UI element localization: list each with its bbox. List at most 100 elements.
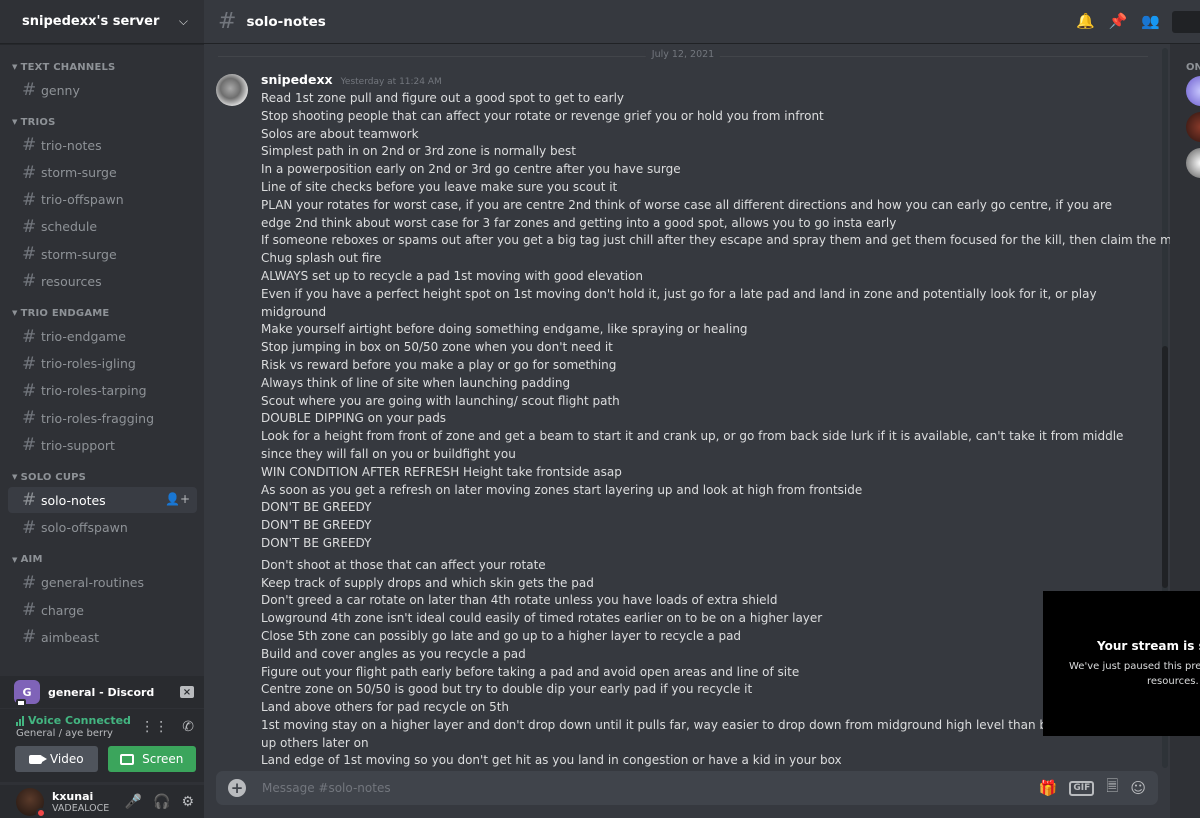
overlay-body: resources. [1147, 676, 1199, 687]
channel-trio-roles-igling[interactable]: # trio-roles-igling [8, 351, 197, 377]
add-member-icon[interactable]: 👤+ [165, 492, 190, 506]
channel-trio-offspawn[interactable]: # trio-offspawn [8, 187, 197, 213]
user-tag: VADEALOCE [52, 802, 110, 814]
channel-general-routines[interactable]: # general-routines [8, 570, 197, 596]
message-line: ALWAYS set up to recycle a pad 1st movin… [261, 268, 644, 283]
message-input[interactable] [262, 781, 1039, 795]
hash-icon: # [22, 271, 37, 292]
hash-icon: # [22, 435, 37, 456]
avatar[interactable] [16, 787, 46, 818]
disconnect-icon[interactable]: ✆ [182, 719, 194, 735]
hash-icon: # [22, 380, 37, 401]
message-line: Risk vs reward before you make a play or… [261, 357, 617, 372]
voice-location[interactable]: General / aye berry [16, 728, 140, 739]
message-line: Close 5th zone can possibly go late and … [261, 628, 742, 643]
message-line: Always think of line of site when launch… [261, 375, 571, 390]
sticker-icon[interactable]: 🗏 [1106, 776, 1118, 801]
category-trio-endgame[interactable]: ▼ TRIO ENDGAME [0, 304, 204, 322]
channel-trio-notes[interactable]: # trio-notes [8, 132, 197, 158]
gif-button[interactable]: GIF [1069, 780, 1095, 796]
channel-solo-notes[interactable]: # solo-notes 👤+ [8, 487, 197, 514]
channel-label: trio-notes [41, 137, 102, 153]
category-aim[interactable]: ▼ AIM [0, 551, 204, 569]
date-divider-label: July 12, 2021 [645, 49, 721, 60]
message-line: DON'T BE GREEDY [261, 518, 372, 533]
message-line: DON'T BE GREEDY [261, 535, 372, 550]
bell-icon[interactable]: 🔔 [1076, 12, 1095, 30]
member-avatar[interactable] [1186, 112, 1200, 142]
hash-icon: # [22, 517, 37, 538]
avatar[interactable] [216, 74, 248, 106]
channel-trio-endgame[interactable]: # trio-endgame [8, 324, 197, 350]
channel-trio-support[interactable]: # trio-support [8, 432, 197, 458]
category-solo-cups[interactable]: ▼ SOLO CUPS [0, 468, 204, 486]
members-online-label: ON [1186, 62, 1200, 73]
message-line: PLAN your rotates for worst case, if you… [261, 197, 1113, 230]
channel-label: storm-surge [41, 246, 117, 262]
channel-label: solo-notes [41, 492, 106, 508]
caret-down-icon: ▼ [12, 309, 18, 318]
channel-schedule[interactable]: # schedule [8, 214, 197, 240]
headphones-icon[interactable]: 🎧 [153, 794, 170, 810]
overlay-title: Your stream is still [1097, 639, 1200, 653]
hash-icon: # [22, 353, 37, 374]
message-author[interactable]: snipedexx [261, 72, 333, 87]
message-line: Don't greed a car rotate on later than 4… [261, 593, 778, 608]
message-line: Scout where you are going with launching… [261, 393, 620, 408]
screen-share-button[interactable]: Screen [107, 746, 196, 772]
gift-icon[interactable]: 🎁 [1039, 779, 1058, 797]
microphone-icon[interactable]: 🎤 [125, 794, 142, 810]
channel-solo-offspawn[interactable]: # solo-offspawn [8, 515, 197, 541]
channel-label: trio-roles-fragging [41, 410, 155, 426]
monitor-icon [16, 699, 26, 707]
caret-down-icon: ▼ [12, 473, 18, 482]
channel-label: schedule [41, 219, 98, 235]
hash-icon: # [22, 408, 37, 429]
channel-storm-surge[interactable]: # storm-surge [8, 160, 197, 186]
pin-icon[interactable]: 📌 [1109, 12, 1128, 30]
upload-plus-icon[interactable]: + [228, 779, 246, 797]
channel-charge[interactable]: # charge [8, 597, 197, 623]
camera-icon [28, 754, 47, 764]
channel-sidebar: snipedexx's server ⌵ ▼ TEXT CHANNELS # gen… [0, 0, 204, 818]
member-avatar[interactable] [1186, 76, 1200, 106]
message-line: Simplest path in on 2nd or 3rd zone is n… [261, 144, 577, 159]
channel-genny[interactable]: # genny [8, 77, 197, 103]
channel-label: trio-endgame [41, 329, 126, 344]
search-input[interactable] [1172, 11, 1200, 33]
chevron-down-icon[interactable]: ⌵ [179, 14, 188, 29]
channel-aimbeast[interactable]: # aimbeast [8, 624, 197, 650]
channel-label: trio-offspawn [41, 192, 124, 208]
message-line: Read 1st zone pull and figure out a good… [261, 91, 625, 105]
scrollbar-thumb[interactable] [1162, 346, 1168, 588]
channel-list: ▼ TEXT CHANNELS # genny ▼ TRIOS # trio-notes… [0, 48, 204, 668]
member-avatar[interactable] [1186, 148, 1200, 178]
message-line: WIN CONDITION AFTER REFRESH Height take … [261, 464, 622, 479]
server-header[interactable]: snipedexx's server ⌵ [0, 0, 204, 44]
signal-icon [16, 715, 24, 726]
channel-trio-roles-fragging[interactable]: # trio-roles-fragging [8, 405, 197, 431]
chat-area: # solo-notes 🔔 📌 👥 July 12, 2021 snipede… [204, 0, 1200, 818]
channel-trio-roles-tarping[interactable]: # trio-roles-tarping [8, 378, 197, 404]
category-trios[interactable]: ▼ TRIOS [0, 113, 204, 131]
channel-label: general-routines [41, 575, 144, 591]
close-stream-icon[interactable]: × [180, 686, 194, 698]
emoji-icon[interactable]: ☺ [1130, 779, 1146, 797]
members-icon[interactable]: 👥 [1141, 12, 1160, 30]
category-label: AIM [20, 554, 43, 566]
message-content: Read 1st zone pull and figure out a good… [261, 90, 1190, 788]
video-button[interactable]: Video [15, 746, 98, 772]
stream-paused-overlay[interactable]: Your stream is still We've just paused t… [1043, 591, 1200, 736]
channel-label: charge [41, 602, 84, 618]
channel-storm-surge-2[interactable]: # storm-surge [8, 241, 197, 267]
noise-suppression-icon[interactable]: ⋮⋮ [140, 719, 168, 735]
hash-icon: # [22, 189, 37, 210]
gear-icon[interactable]: ⚙ [181, 794, 194, 810]
message-line: Stop shooting people that can affect you… [261, 108, 824, 123]
message-line: Chug splash out fire [261, 251, 382, 266]
voice-connected-status[interactable]: Voice Connected [16, 714, 140, 727]
hash-icon: # [22, 162, 37, 183]
category-text-channels[interactable]: ▼ TEXT CHANNELS [0, 58, 204, 76]
channel-resources[interactable]: # resources [8, 268, 197, 294]
activity-row[interactable]: G general - Discord × [0, 676, 204, 708]
